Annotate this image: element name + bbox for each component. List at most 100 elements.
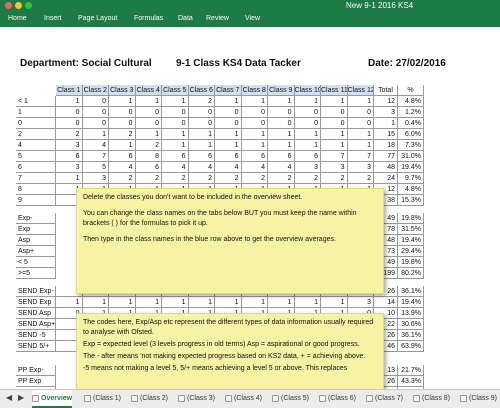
row-label[interactable]: Asp (16, 235, 56, 246)
class-value-cell[interactable]: 7 (321, 151, 348, 162)
class-value-cell[interactable]: 0 (294, 107, 321, 118)
class-value-cell[interactable]: 0 (215, 107, 242, 118)
total-cell[interactable]: 15 (374, 129, 398, 140)
class-value-cell[interactable]: 0 (241, 107, 268, 118)
ribbon-tab-home[interactable]: Home (8, 11, 27, 27)
class-name-cell[interactable]: Class 5 (162, 85, 189, 96)
class-value-cell[interactable]: 1 (268, 96, 295, 107)
class-value-cell[interactable]: 2 (321, 173, 348, 184)
class-value-cell[interactable]: 4 (268, 162, 295, 173)
class-name-cell[interactable]: Class 11 (321, 85, 348, 96)
class-value-cell[interactable]: 6 (135, 162, 162, 173)
row-label[interactable]: SEND 5/+ (16, 341, 56, 352)
class-value-cell[interactable]: 1 (135, 129, 162, 140)
row-label[interactable]: 5 (16, 151, 56, 162)
class-value-cell[interactable]: 1 (241, 96, 268, 107)
class-value-cell[interactable]: 0 (188, 107, 215, 118)
class-value-cell[interactable]: 1 (321, 96, 348, 107)
class-value-cell[interactable]: 7 (82, 151, 109, 162)
class-value-cell[interactable]: 1 (347, 129, 374, 140)
class-value-cell[interactable]: 1 (109, 96, 136, 107)
class-name-cell[interactable]: Class 1 (56, 85, 83, 96)
class-value-cell[interactable]: 2 (294, 173, 321, 184)
class-value-cell[interactable]: 8 (135, 151, 162, 162)
class-value-cell[interactable]: 0 (162, 107, 189, 118)
class-value-cell[interactable]: 2 (109, 129, 136, 140)
percent-cell[interactable]: 31.5% (398, 224, 424, 235)
class-value-cell[interactable]: 2 (268, 173, 295, 184)
percent-cell[interactable]: 1.2% (398, 107, 424, 118)
class-name-cell[interactable]: Class 2 (82, 85, 109, 96)
class-value-cell[interactable]: 1 (294, 140, 321, 151)
total-cell[interactable]: 18 (374, 140, 398, 151)
percent-cell[interactable]: 15.3% (398, 195, 424, 206)
row-label[interactable]: < 1 (16, 96, 56, 107)
class-value-cell[interactable]: 4 (215, 162, 242, 173)
row-label[interactable]: SEND Asp+ (16, 319, 56, 330)
class-value-cell[interactable]: 6 (241, 151, 268, 162)
sheet-tab-class-2[interactable]: (Class 2) (131, 390, 168, 408)
total-cell[interactable]: 3 (374, 107, 398, 118)
sheet-tab-class-1[interactable]: (Class 1) (84, 390, 121, 408)
total-cell[interactable]: 14 (374, 297, 398, 308)
class-value-cell[interactable]: 4 (82, 140, 109, 151)
row-label[interactable]: PP Exp (16, 376, 56, 387)
row-label[interactable]: 9 (16, 195, 56, 206)
percent-cell[interactable]: 36.1% (398, 286, 424, 297)
class-value-cell[interactable]: 0 (188, 118, 215, 129)
percent-cell[interactable]: 13.9% (398, 308, 424, 319)
class-value-cell[interactable]: 1 (162, 129, 189, 140)
worksheet[interactable]: Department: Social Cultural 9-1 Class KS… (0, 27, 500, 389)
class-value-cell[interactable]: 0 (347, 118, 374, 129)
class-value-cell[interactable]: 0 (294, 118, 321, 129)
class-value-cell[interactable]: 1 (268, 129, 295, 140)
class-name-cell[interactable]: Class 6 (188, 85, 215, 96)
class-value-cell[interactable]: 4 (109, 162, 136, 173)
row-label[interactable]: >=5 (16, 268, 56, 279)
ribbon-tab-review[interactable]: Review (206, 11, 229, 27)
percent-cell[interactable]: 63.9% (398, 341, 424, 352)
row-label[interactable]: 4 (16, 140, 56, 151)
class-value-cell[interactable]: 1 (56, 173, 83, 184)
class-value-cell[interactable]: 0 (268, 118, 295, 129)
class-value-cell[interactable]: 1 (162, 297, 189, 308)
class-value-cell[interactable]: 3 (347, 297, 374, 308)
row-label[interactable]: SEND Exp (16, 297, 56, 308)
class-value-cell[interactable]: 0 (135, 118, 162, 129)
zoom-control[interactable] (25, 2, 32, 9)
class-value-cell[interactable]: 3 (56, 140, 83, 151)
class-value-cell[interactable]: 0 (109, 118, 136, 129)
class-value-cell[interactable]: 0 (268, 107, 295, 118)
class-value-cell[interactable]: 1 (215, 140, 242, 151)
percent-cell[interactable]: 7.3% (398, 140, 424, 151)
row-label[interactable]: Exp (16, 224, 56, 235)
class-value-cell[interactable]: 6 (162, 151, 189, 162)
class-value-cell[interactable]: 1 (188, 297, 215, 308)
class-value-cell[interactable]: 4 (188, 162, 215, 173)
row-label[interactable]: 2 (16, 129, 56, 140)
class-value-cell[interactable]: 3 (82, 173, 109, 184)
close-control[interactable] (5, 2, 12, 9)
class-value-cell[interactable]: 2 (109, 173, 136, 184)
class-value-cell[interactable]: 0 (56, 107, 83, 118)
class-value-cell[interactable]: 3 (347, 162, 374, 173)
class-name-cell[interactable]: Class 4 (135, 85, 162, 96)
percent-cell[interactable]: 80.2% (398, 268, 424, 279)
class-value-cell[interactable]: 0 (82, 107, 109, 118)
class-value-cell[interactable]: 1 (109, 297, 136, 308)
ribbon-tab-data[interactable]: Data (178, 11, 193, 27)
class-value-cell[interactable]: 1 (162, 140, 189, 151)
percent-cell[interactable]: 19.4% (398, 297, 424, 308)
class-value-cell[interactable]: 1 (294, 297, 321, 308)
class-value-cell[interactable]: 1 (241, 140, 268, 151)
percent-cell[interactable]: 6.0% (398, 129, 424, 140)
class-value-cell[interactable]: 1 (215, 297, 242, 308)
ribbon-tab-page-layout[interactable]: Page Layout (78, 11, 117, 27)
row-label[interactable]: 7 (16, 173, 56, 184)
class-value-cell[interactable]: 1 (268, 297, 295, 308)
row-label[interactable]: 6 (16, 162, 56, 173)
class-value-cell[interactable]: 1 (321, 297, 348, 308)
class-value-cell[interactable]: 1 (321, 140, 348, 151)
minimize-control[interactable] (15, 2, 22, 9)
row-label[interactable]: Exp- (16, 213, 56, 224)
